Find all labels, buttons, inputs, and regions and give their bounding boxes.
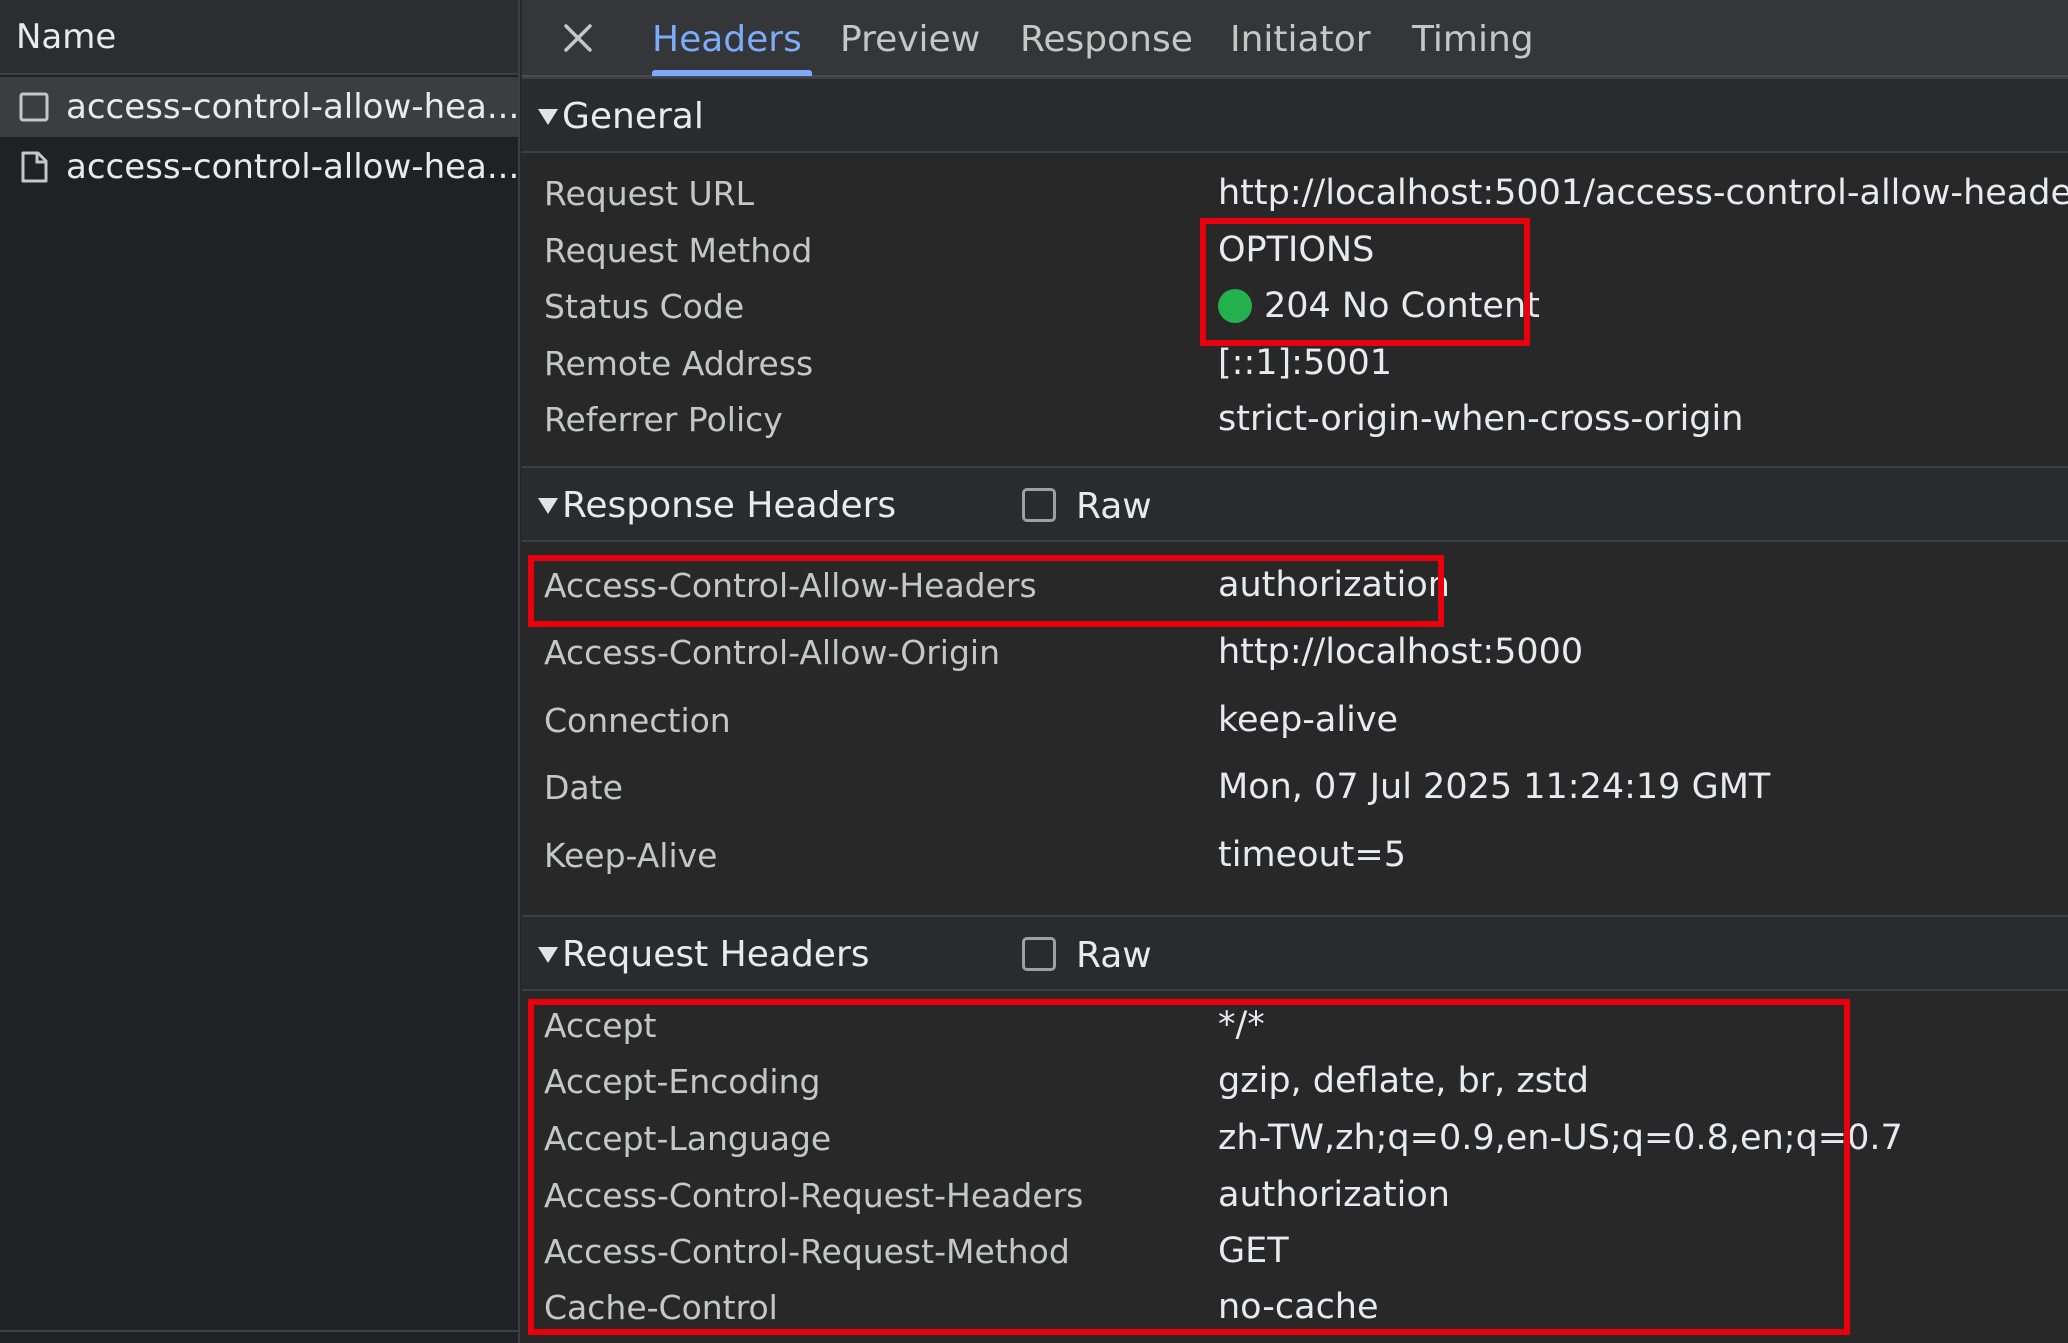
raw-label: Raw: [1076, 486, 1152, 527]
header-key: Referrer Policy: [544, 400, 783, 439]
tab-headers[interactable]: Headers: [652, 0, 802, 77]
document-icon: [21, 151, 48, 183]
header-value: keep-alive: [1218, 700, 1399, 740]
tab-initiator[interactable]: Initiator: [1230, 0, 1371, 77]
header-key: Accept-Language: [544, 1119, 832, 1158]
request-headers-section-header[interactable]: Request Headers Raw: [522, 915, 2068, 991]
divider: [0, 1330, 518, 1332]
header-value: http://localhost:5000: [1218, 632, 1584, 672]
active-tab-indicator: [652, 70, 812, 76]
collapse-triangle-icon: [538, 109, 558, 125]
tab-preview[interactable]: Preview: [840, 0, 980, 77]
header-key: Access-Control-Allow-Headers: [544, 566, 1037, 605]
header-value: zh-TW,zh;q=0.9,en-US;q=0.8,en;q=0.7: [1218, 1118, 1903, 1158]
header-value: GET: [1218, 1231, 1289, 1271]
tab-timing[interactable]: Timing: [1412, 0, 1534, 77]
status-text: 204 No Content: [1264, 286, 1540, 326]
request-row[interactable]: access-control-allow-hea...: [0, 77, 518, 137]
raw-label: Raw: [1076, 935, 1152, 976]
name-column-header[interactable]: Name: [0, 0, 518, 75]
request-name: access-control-allow-hea...: [66, 87, 518, 127]
header-value: authorization: [1218, 1175, 1450, 1215]
status-ok-icon: [1218, 289, 1252, 323]
collapse-triangle-icon: [538, 498, 558, 514]
tab-bar: Headers Preview Response Initiator Timin…: [522, 0, 2068, 77]
highlight-box: [528, 999, 1850, 1335]
header-key: Date: [544, 768, 623, 807]
header-value: no-cache: [1218, 1287, 1379, 1327]
header-key: Request Method: [544, 231, 813, 270]
header-key: Status Code: [544, 287, 745, 326]
close-icon[interactable]: [558, 18, 598, 58]
header-value: authorization: [1218, 565, 1450, 605]
header-key: Remote Address: [544, 344, 814, 383]
request-row[interactable]: access-control-allow-hea...: [0, 137, 518, 197]
header-value: Mon, 07 Jul 2025 11:24:19 GMT: [1218, 767, 1771, 807]
raw-checkbox[interactable]: [1022, 937, 1056, 971]
header-value: http://localhost:5001/access-control-all…: [1218, 173, 2068, 213]
collapse-triangle-icon: [538, 947, 558, 963]
checkbox-icon: [19, 92, 49, 122]
header-key: Request URL: [544, 174, 755, 213]
header-key: Keep-Alive: [544, 836, 718, 875]
request-list-panel: Name access-control-allow-hea... access-…: [0, 0, 520, 1343]
header-key: Accept-Encoding: [544, 1062, 821, 1101]
section-title: Request Headers: [562, 934, 870, 975]
header-key: Access-Control-Allow-Origin: [544, 633, 1001, 672]
raw-checkbox[interactable]: [1022, 488, 1056, 522]
section-title: General: [562, 96, 704, 137]
status-code-value: 204 No Content: [1218, 286, 1540, 326]
header-value: */*: [1218, 1005, 1265, 1045]
request-details-panel: Headers Preview Response Initiator Timin…: [522, 0, 2068, 1343]
header-value: strict-origin-when-cross-origin: [1218, 399, 1744, 439]
request-name: access-control-allow-hea...: [66, 147, 518, 187]
header-key: Connection: [544, 701, 731, 740]
header-value: OPTIONS: [1218, 230, 1375, 270]
header-value: timeout=5: [1218, 835, 1406, 875]
header-key: Access-Control-Request-Method: [544, 1232, 1070, 1271]
header-value: [::1]:5001: [1218, 343, 1393, 383]
header-key: Access-Control-Request-Headers: [544, 1176, 1084, 1215]
header-key: Cache-Control: [544, 1288, 778, 1327]
response-headers-section-header[interactable]: Response Headers Raw: [522, 466, 2068, 542]
header-value: gzip, deflate, br, zstd: [1218, 1061, 1589, 1101]
section-title: Response Headers: [562, 485, 897, 526]
tab-response[interactable]: Response: [1020, 0, 1193, 77]
header-key: Accept: [544, 1006, 657, 1045]
devtools-network-panel: Name access-control-allow-hea... access-…: [0, 0, 2068, 1343]
general-section-header[interactable]: General: [522, 77, 2068, 153]
